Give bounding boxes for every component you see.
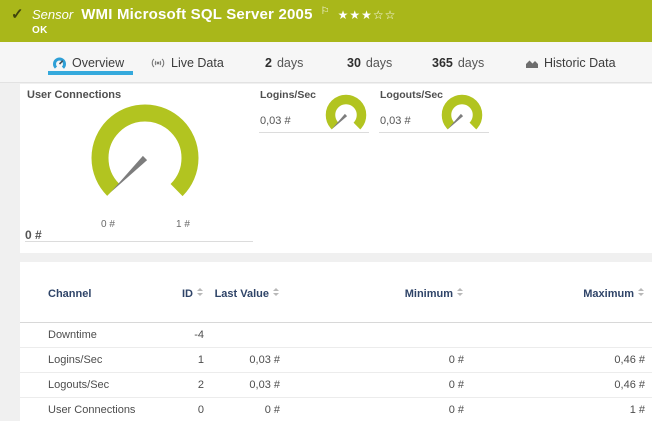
divider <box>379 132 489 133</box>
cell-id: 2 <box>178 379 204 391</box>
tab-historic-data-label: Historic Data <box>544 56 616 70</box>
status-badge: OK <box>32 25 48 36</box>
sensor-title-line: Sensor WMI Microsoft SQL Server 2005 ⚐ ★… <box>32 6 396 24</box>
divider <box>259 132 369 133</box>
column-header-maximum-label: Maximum <box>583 288 634 300</box>
table-row-logouts-sec[interactable]: Logouts/Sec 2 0,03 # 0 # 0,46 # <box>20 373 652 398</box>
tab-365-days-unit: days <box>458 56 484 70</box>
cell-last-value: 0 # <box>204 404 280 416</box>
channel-table-panel: Channel ID Last Value Minimum Maximum Do… <box>20 262 652 421</box>
sort-icon <box>638 288 645 296</box>
tab-30-days-unit: days <box>366 56 392 70</box>
active-tab-indicator <box>48 71 133 75</box>
cell-minimum: 0 # <box>280 354 464 366</box>
cell-id: 0 <box>178 404 204 416</box>
tab-365-days-number: 365 <box>432 56 453 70</box>
column-header-channel[interactable]: Channel <box>48 288 178 300</box>
sensor-title: WMI Microsoft SQL Server 2005 <box>81 6 312 24</box>
cell-maximum: 0,46 # <box>464 379 645 391</box>
sort-icon <box>273 288 280 296</box>
tab-live-data[interactable]: Live Data <box>150 53 224 73</box>
cell-maximum: 0,46 # <box>464 354 645 366</box>
cell-minimum: 0 # <box>280 404 464 416</box>
logouts-gauge-label: Logouts/Sec <box>380 89 443 101</box>
tab-overview-label: Overview <box>72 56 124 70</box>
historic-data-icon <box>525 57 539 69</box>
user-connections-gauge <box>85 98 205 218</box>
tab-historic-data[interactable]: Historic Data <box>525 53 616 73</box>
table-row-downtime[interactable]: Downtime -4 <box>20 323 652 348</box>
cell-channel[interactable]: Logouts/Sec <box>48 379 178 391</box>
cell-channel[interactable]: Downtime <box>48 329 178 341</box>
column-header-maximum[interactable]: Maximum <box>464 288 645 300</box>
tab-30-days-number: 30 <box>347 56 361 70</box>
live-data-icon <box>150 57 166 69</box>
gauge-needle <box>111 156 147 192</box>
main-gauge-scale-min: 0 # <box>92 219 124 230</box>
column-header-id[interactable]: ID <box>178 288 204 300</box>
table-header-row: Channel ID Last Value Minimum Maximum <box>20 288 652 322</box>
tab-overview[interactable]: Overview <box>52 53 124 73</box>
column-header-minimum-label: Minimum <box>405 288 453 300</box>
cell-minimum: 0 # <box>280 379 464 391</box>
column-header-minimum[interactable]: Minimum <box>280 288 464 300</box>
cell-id: 1 <box>178 354 204 366</box>
logouts-gauge-value: 0,03 # <box>380 115 411 127</box>
logins-gauge-label: Logins/Sec <box>260 89 316 101</box>
cell-id: -4 <box>178 329 204 341</box>
logins-gauge <box>324 93 368 137</box>
tab-live-data-label: Live Data <box>171 56 224 70</box>
cell-last-value: 0,03 # <box>204 379 280 391</box>
cell-channel[interactable]: User Connections <box>48 404 178 416</box>
divider <box>25 241 253 242</box>
column-header-id-label: ID <box>182 288 193 300</box>
priority-flag-icon[interactable]: ⚐ <box>321 6 330 18</box>
overview-gauges-panel: User Connections 0 # 1 # 0 # Logins/Sec … <box>20 84 652 253</box>
cell-channel[interactable]: Logins/Sec <box>48 354 178 366</box>
table-row-user-connections[interactable]: User Connections 0 0 # 0 # 1 # <box>20 398 652 421</box>
cell-last-value: 0,03 # <box>204 354 280 366</box>
main-gauge-scale-max: 1 # <box>167 219 199 230</box>
cell-maximum: 1 # <box>464 404 645 416</box>
column-header-channel-label: Channel <box>48 288 91 300</box>
tab-2-days-number: 2 <box>265 56 272 70</box>
sensor-header: ✓ Sensor WMI Microsoft SQL Server 2005 ⚐… <box>0 0 652 42</box>
column-header-last-value[interactable]: Last Value <box>204 288 280 300</box>
tab-365-days[interactable]: 365 days <box>432 53 484 73</box>
logouts-gauge <box>440 93 484 137</box>
sensor-kind-label: Sensor <box>32 6 73 24</box>
status-ok-icon: ✓ <box>11 5 24 23</box>
column-header-last-value-label: Last Value <box>215 288 269 300</box>
sort-icon <box>457 288 464 296</box>
tab-30-days[interactable]: 30 days <box>347 53 392 73</box>
logins-gauge-value: 0,03 # <box>260 115 291 127</box>
tab-2-days-unit: days <box>277 56 303 70</box>
tab-bar: Overview Live Data 2 days 30 days 365 da… <box>0 42 652 83</box>
sort-icon <box>197 288 204 296</box>
main-gauge-value: 0 # <box>25 228 42 242</box>
gauge-icon <box>52 56 67 71</box>
tab-2-days[interactable]: 2 days <box>265 53 303 73</box>
table-row-logins-sec[interactable]: Logins/Sec 1 0,03 # 0 # 0,46 # <box>20 348 652 373</box>
star-rating[interactable]: ★★★☆☆ <box>338 7 397 23</box>
